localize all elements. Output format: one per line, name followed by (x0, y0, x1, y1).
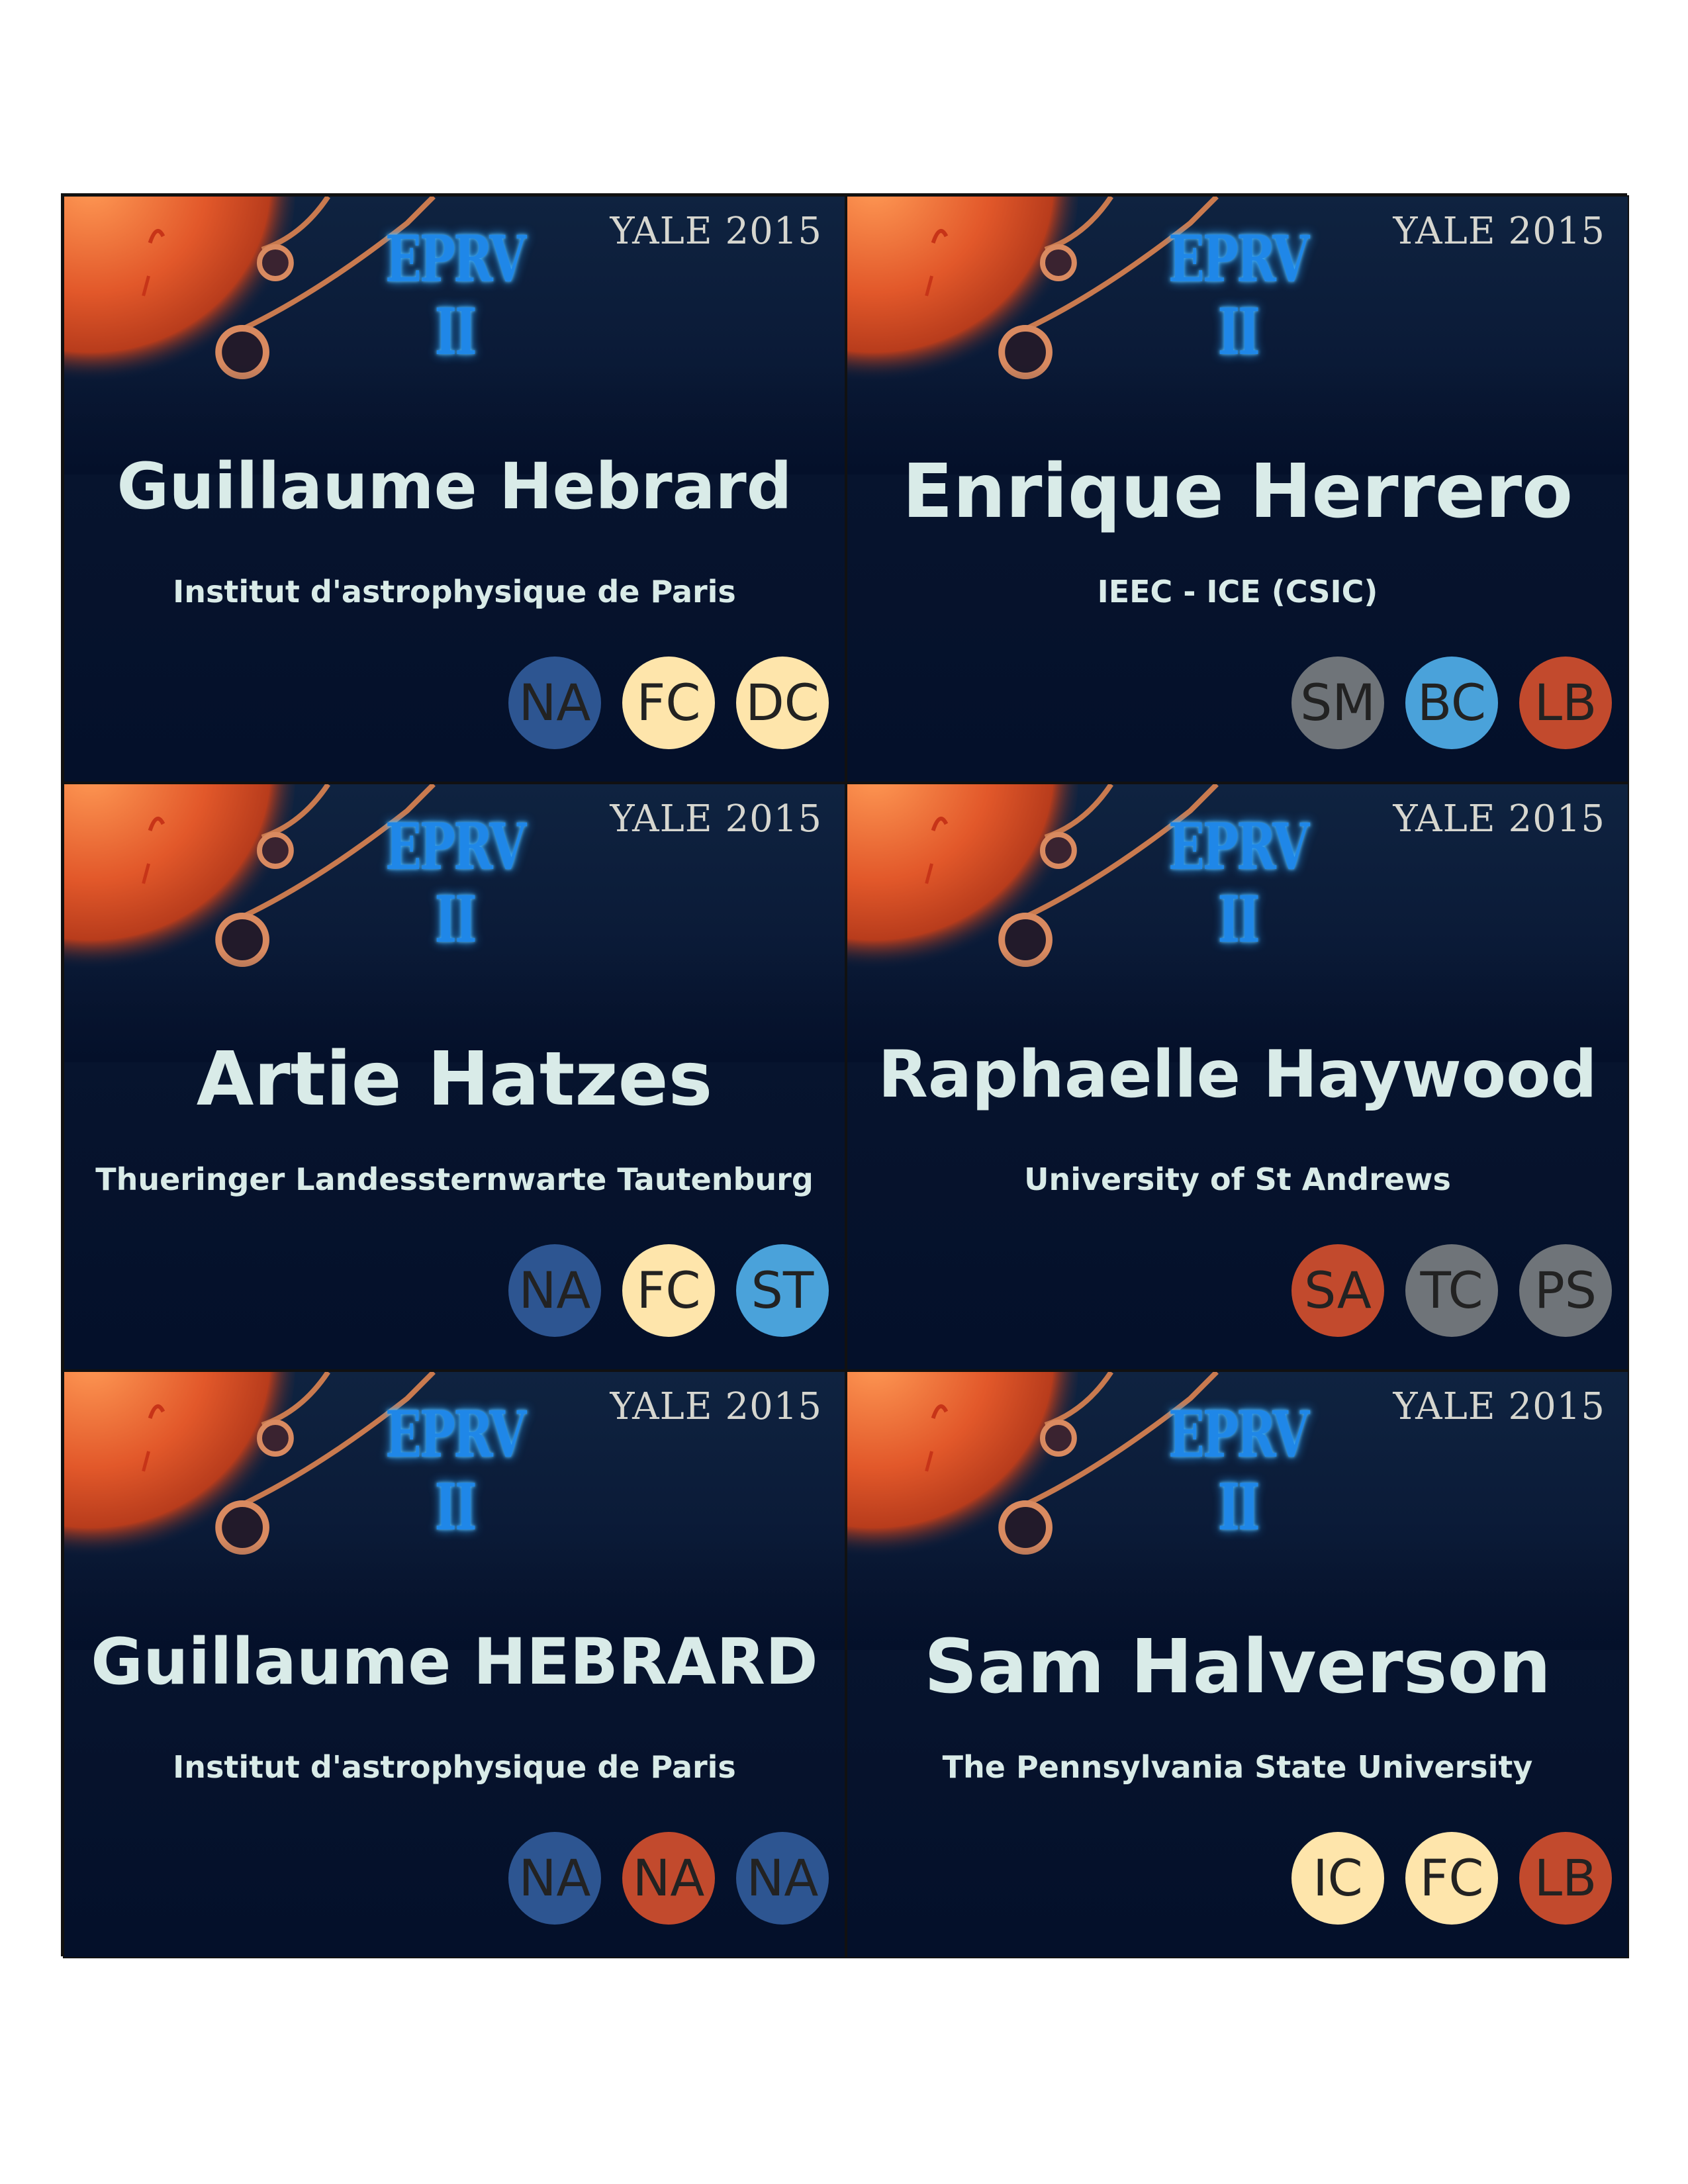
affiliation: IEEC - ICE (CSIC) (1097, 574, 1378, 610)
role-chip: FC (1405, 1832, 1498, 1925)
event-year: YALE 2015 (610, 1385, 822, 1428)
person-name: Sam Halverson (923, 1624, 1552, 1710)
role-chip: SM (1291, 657, 1384, 749)
name-badge: EPRV II YALE 2015 Raphaelle Haywood Univ… (846, 783, 1629, 1371)
name-badge: EPRV II YALE 2015 Sam Halverson The Penn… (846, 1371, 1629, 1958)
affiliation: Institut d'astrophysique de Paris (173, 574, 736, 610)
event-year: YALE 2015 (1393, 797, 1605, 841)
role-chips: NA FC ST (508, 1244, 829, 1337)
role-chips: NA NA NA (508, 1832, 829, 1925)
role-chip: TC (1405, 1244, 1498, 1337)
role-chip: DC (736, 657, 829, 749)
role-chip: NA (508, 1832, 601, 1925)
event-title: EPRV II (385, 222, 526, 369)
affiliation: Institut d'astrophysique de Paris (173, 1749, 736, 1785)
event-year: YALE 2015 (610, 210, 822, 253)
person-name: Guillaume Hebrard (117, 449, 792, 523)
role-chip: FC (622, 1244, 715, 1337)
role-chip: IC (1291, 1832, 1384, 1925)
event-year: YALE 2015 (1393, 210, 1605, 253)
event-title: EPRV II (385, 809, 526, 957)
name-badge: EPRV II YALE 2015 Guillaume Hebrard Inst… (63, 195, 846, 783)
role-chip: SA (1291, 1244, 1384, 1337)
affiliation: University of St Andrews (1024, 1161, 1451, 1197)
event-title: EPRV II (1168, 809, 1309, 957)
role-chip: BC (1405, 657, 1498, 749)
role-chips: NA FC DC (508, 657, 829, 749)
role-chip: NA (508, 1244, 601, 1337)
role-chips: IC FC LB (1291, 1832, 1612, 1925)
person-name: Enrique Herrero (902, 449, 1573, 535)
name-badge: EPRV II YALE 2015 Guillaume HEBRARD Inst… (63, 1371, 846, 1958)
role-chip: NA (622, 1832, 715, 1925)
event-title: EPRV II (1168, 222, 1309, 369)
name-badge: EPRV II YALE 2015 Artie Hatzes Thueringe… (63, 783, 846, 1371)
event-year: YALE 2015 (610, 797, 822, 841)
role-chip: NA (508, 657, 601, 749)
role-chips: SA TC PS (1291, 1244, 1612, 1337)
person-name: Guillaume HEBRARD (91, 1625, 818, 1699)
person-name: Artie Hatzes (196, 1036, 713, 1122)
badge-sheet: EPRV II YALE 2015 Guillaume Hebrard Inst… (61, 193, 1629, 1958)
affiliation: The Pennsylvania State University (942, 1749, 1533, 1785)
affiliation: Thueringer Landessternwarte Tautenburg (95, 1161, 814, 1197)
event-year: YALE 2015 (1393, 1385, 1605, 1428)
role-chip: NA (736, 1832, 829, 1925)
name-badge: EPRV II YALE 2015 Enrique Herrero IEEC -… (846, 195, 1629, 783)
event-title: EPRV II (1168, 1397, 1309, 1545)
role-chip: LB (1519, 657, 1612, 749)
role-chips: SM BC LB (1291, 657, 1612, 749)
role-chip: FC (622, 657, 715, 749)
role-chip: PS (1519, 1244, 1612, 1337)
role-chip: LB (1519, 1832, 1612, 1925)
role-chip: ST (736, 1244, 829, 1337)
person-name: Raphaelle Haywood (878, 1037, 1597, 1113)
event-title: EPRV II (385, 1397, 526, 1545)
